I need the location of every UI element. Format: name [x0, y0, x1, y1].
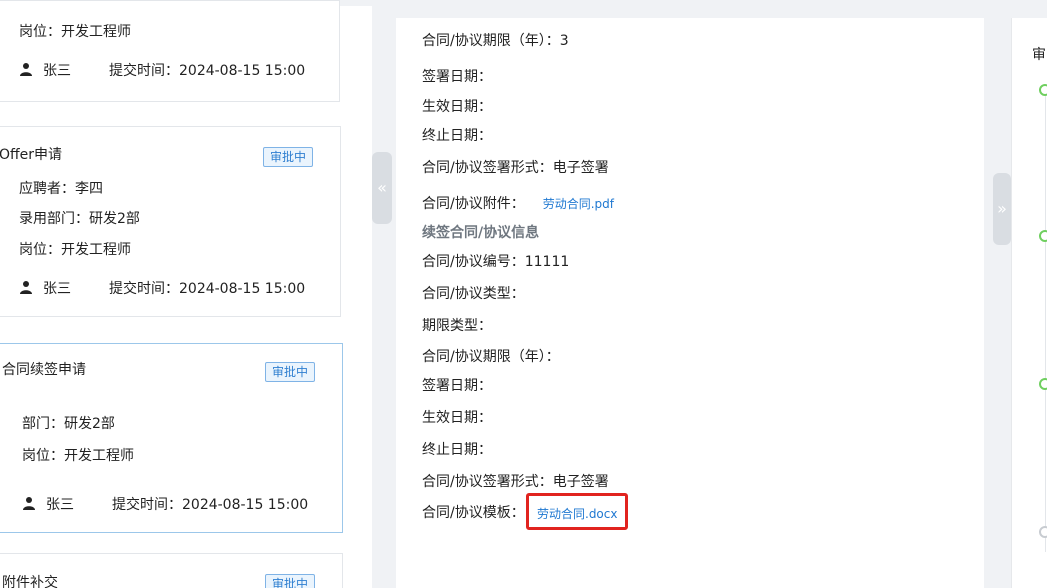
attachment-link[interactable]: 劳动合同.pdf [543, 197, 614, 211]
application-card[interactable]: 附件补交 审批中 [0, 553, 343, 588]
card-meta: 张三 提交时间：2024-08-15 15:00 [19, 278, 305, 298]
sign-date: 签署日期： [422, 69, 492, 85]
attachment-label: 合同/协议附件： [422, 196, 525, 212]
contract-term: 合同/协议期限（年）：3 [422, 33, 569, 49]
timeline-dot [1039, 84, 1047, 96]
card-field: 岗位：开发工程师 [22, 448, 134, 464]
attachment-row: 合同/协议附件： 劳动合同.pdf [422, 193, 614, 213]
renewal-sign-form: 合同/协议签署形式：电子签署 [422, 474, 609, 490]
status-badge: 审批中 [263, 147, 314, 167]
application-card[interactable]: Offer申请 审批中 应聘者：李四 录用部门：研发2部 岗位：开发工程师 张三… [0, 126, 341, 317]
template-link[interactable]: 劳动合同.docx [537, 505, 617, 522]
card-meta: 张三 提交时间：2024-08-15 15:00 [19, 60, 305, 80]
approval-page: 岗位：开发工程师 张三 提交时间：2024-08-15 15:00 Offer申请… [0, 0, 1047, 588]
card-title: 合同续签申请 [2, 362, 86, 378]
card-field: 部门：研发2部 [22, 416, 115, 432]
card-title: Offer申请 [0, 147, 63, 163]
timeline-line [1045, 92, 1046, 552]
submit-time: 提交时间：2024-08-15 15:00 [109, 281, 306, 297]
term-type: 期限类型： [422, 318, 492, 334]
submit-time: 提交时间：2024-08-15 15:00 [109, 63, 306, 79]
card-meta: 张三 提交时间：2024-08-15 15:00 [22, 494, 308, 514]
status-badge: 审批中 [265, 574, 316, 588]
card-title: 附件补交 [2, 575, 58, 588]
collapse-left-handle[interactable]: « [372, 152, 392, 224]
sign-form: 合同/协议签署形式：电子签署 [422, 160, 609, 176]
expand-right-handle[interactable]: » [993, 173, 1011, 245]
contract-number: 合同/协议编号：11111 [422, 254, 570, 270]
timeline-dot [1039, 230, 1047, 242]
template-label: 合同/协议模板： [422, 505, 525, 521]
card-field: 岗位：开发工程师 [19, 242, 131, 258]
user-icon [20, 281, 32, 294]
application-card[interactable]: 岗位：开发工程师 张三 提交时间：2024-08-15 15:00 [0, 0, 340, 102]
end-date: 终止日期： [422, 128, 492, 144]
submitter-name: 张三 [43, 281, 71, 297]
timeline-dot [1039, 378, 1047, 390]
renewal-effective-date: 生效日期： [422, 410, 492, 426]
card-field: 岗位：开发工程师 [19, 24, 131, 40]
timeline-title: 审 [1032, 47, 1046, 63]
renewal-sign-date: 签署日期： [422, 378, 492, 394]
application-list: 岗位：开发工程师 张三 提交时间：2024-08-15 15:00 Offer申请… [0, 0, 372, 588]
submit-time: 提交时间：2024-08-15 15:00 [112, 497, 309, 513]
card-field: 录用部门：研发2部 [19, 211, 140, 227]
timeline-dot [1039, 526, 1047, 538]
submitter-name: 张三 [43, 63, 71, 79]
status-badge: 审批中 [265, 362, 316, 382]
application-card-selected[interactable]: 合同续签申请 审批中 部门：研发2部 岗位：开发工程师 张三 提交时间：2024-… [0, 343, 343, 533]
renewal-section-title: 续签合同/协议信息 [422, 225, 540, 241]
user-icon [23, 497, 35, 510]
approval-timeline-panel: 审 [1011, 18, 1047, 588]
contract-detail-panel: 合同/协议期限（年）：3 签署日期： 生效日期： 终止日期： 合同/协议签署形式… [396, 18, 984, 588]
card-field: 应聘者：李四 [19, 181, 103, 197]
template-highlight: 劳动合同.docx [526, 493, 628, 530]
renewal-term: 合同/协议期限（年）： [422, 349, 560, 365]
user-icon [20, 63, 32, 76]
submitter-name: 张三 [46, 497, 74, 513]
effective-date: 生效日期： [422, 99, 492, 115]
renewal-end-date: 终止日期： [422, 442, 492, 458]
contract-type: 合同/协议类型： [422, 286, 525, 302]
